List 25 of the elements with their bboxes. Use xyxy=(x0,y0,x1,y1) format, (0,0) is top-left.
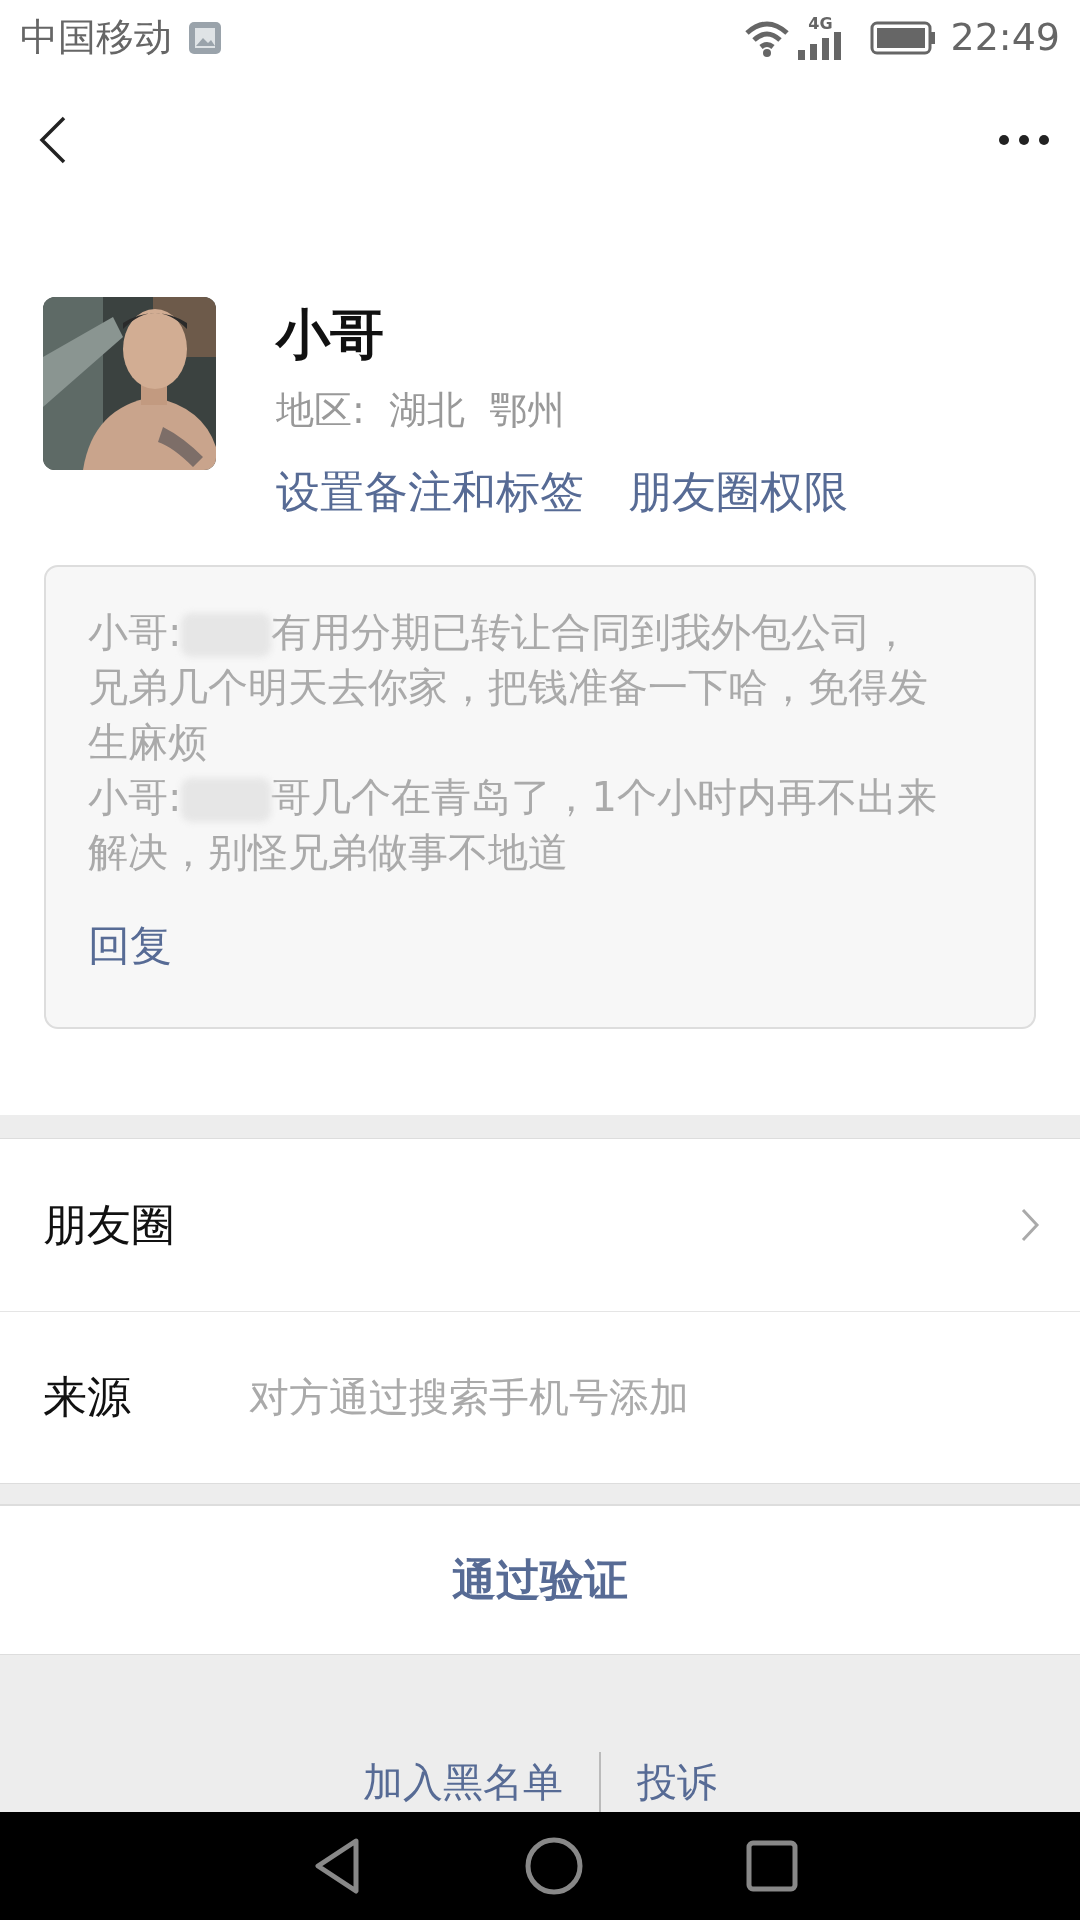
region-text: 地区: 湖北 鄂州 xyxy=(276,386,567,434)
clock-time: 22:49 xyxy=(950,14,1060,61)
verify-button[interactable]: 通过验证 xyxy=(0,1504,1080,1655)
signal-icon xyxy=(798,31,843,60)
more-icon[interactable] xyxy=(998,133,1050,147)
network-label: 4G xyxy=(808,15,833,32)
gallery-icon xyxy=(188,20,222,55)
battery-icon xyxy=(870,19,937,56)
footer-link[interactable]: 加入黑名单 xyxy=(327,1752,599,1812)
contact-name: 小哥 xyxy=(276,303,385,368)
row-value: 对方通过搜索手机号添加 xyxy=(249,1373,689,1423)
recents-icon[interactable] xyxy=(746,1840,799,1892)
home-icon[interactable] xyxy=(525,1837,583,1895)
profile-link[interactable]: 设置备注和标签 xyxy=(276,458,584,525)
profile-link[interactable]: 朋友圈权限 xyxy=(628,458,848,525)
chevron-right-icon xyxy=(1020,1206,1040,1243)
message-text: 小哥: 哥几个在青岛了，1个小时内再不出来解决，别怪兄弟做事不地道 xyxy=(88,772,938,877)
row-label: 朋友圈 xyxy=(43,1197,175,1252)
back-icon[interactable] xyxy=(38,115,68,165)
reply-link[interactable]: 回复 xyxy=(88,913,172,977)
message-text: 小哥: 有用分期已转让合同到我外包公司，兄弟几个明天去你家，把钱准备一下哈，免得发生麻烦 xyxy=(88,607,929,767)
row-label: 来源 xyxy=(43,1370,131,1425)
footer-link[interactable]: 投诉 xyxy=(601,1752,753,1812)
list-row[interactable]: 朋友圈 xyxy=(0,1138,1080,1311)
carrier-name: 中国移动 xyxy=(20,14,172,61)
